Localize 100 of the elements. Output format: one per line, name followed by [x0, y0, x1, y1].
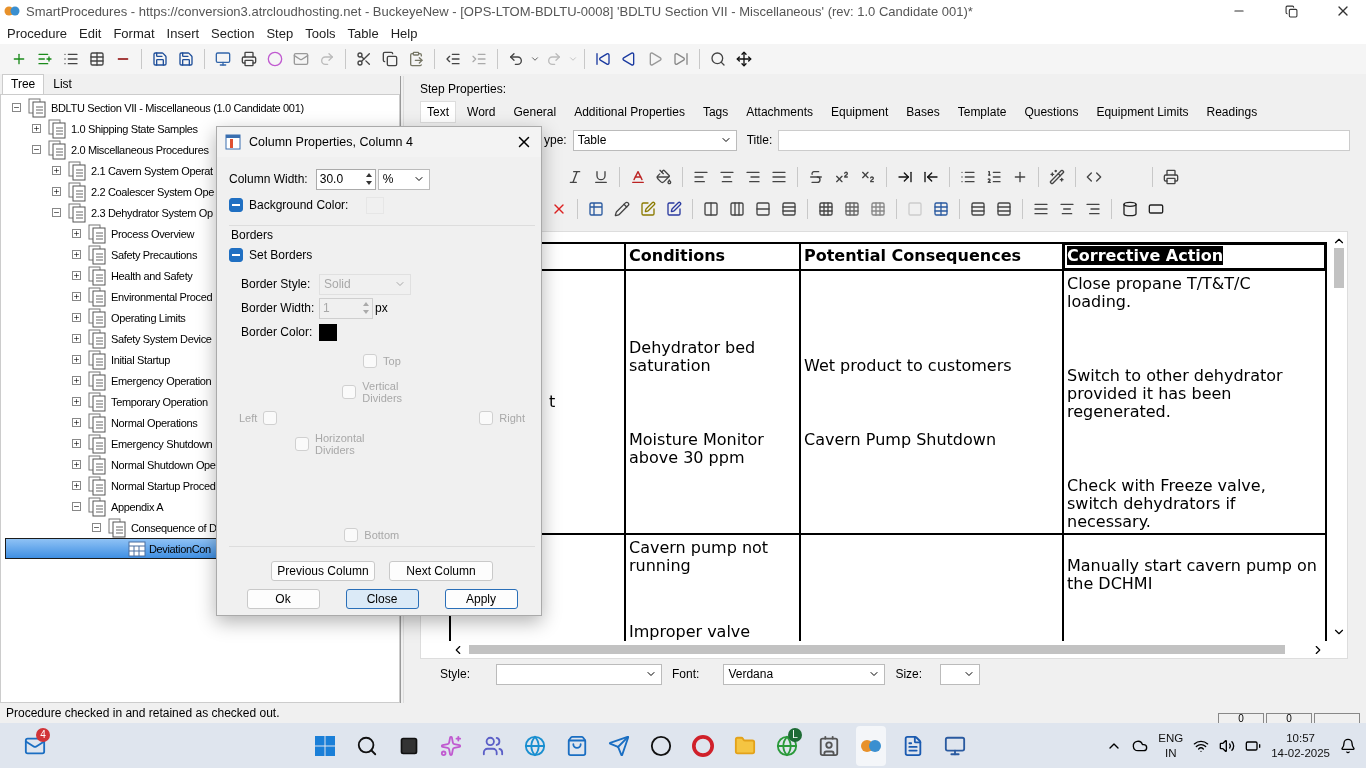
edit-cell-icon[interactable] [640, 201, 656, 217]
horizontal-line-icon[interactable] [1012, 169, 1028, 185]
tab[interactable]: Tree [2, 74, 45, 94]
volume-icon[interactable] [1219, 737, 1236, 754]
edit-table-icon[interactable] [614, 201, 630, 217]
expand-icon[interactable] [52, 187, 61, 196]
tab[interactable]: Bases [899, 101, 947, 123]
align-left-icon[interactable] [693, 169, 709, 185]
list-icon[interactable] [63, 51, 79, 67]
menu-item[interactable]: Table [343, 25, 387, 41]
italic-icon[interactable] [567, 169, 583, 185]
expand-icon[interactable] [72, 460, 81, 469]
menu-item[interactable]: Edit [75, 25, 110, 41]
checkbox[interactable]: Background Color: [229, 198, 349, 212]
start-icon[interactable] [315, 735, 335, 756]
expand-icon[interactable] [72, 229, 81, 238]
expand-icon[interactable] [52, 166, 61, 175]
title-field[interactable] [778, 129, 1350, 151]
menu-item[interactable]: Format [109, 25, 163, 41]
cell-icon[interactable] [907, 201, 923, 217]
menu-item[interactable]: Tools [301, 25, 344, 41]
monitor-icon[interactable] [215, 51, 231, 67]
contact-icon[interactable] [818, 734, 840, 757]
expand-icon[interactable] [72, 418, 81, 427]
clock[interactable]: 10:57 14-02-2025 [1271, 730, 1330, 761]
list-icon[interactable] [1033, 201, 1049, 217]
tab[interactable]: Text [420, 101, 456, 123]
restore-icon[interactable] [1284, 4, 1298, 18]
wand-icon[interactable] [1049, 169, 1065, 185]
paste-icon[interactable] [408, 51, 424, 67]
tree-item[interactable]: Normal Startup Proced [5, 475, 395, 496]
superscript-icon[interactable] [834, 169, 850, 185]
code-icon[interactable] [1086, 169, 1102, 185]
tab[interactable]: General [506, 101, 564, 123]
print-icon[interactable] [241, 51, 257, 67]
app-logo-icon[interactable] [860, 738, 882, 753]
tree-item[interactable]: Appendix A [5, 496, 395, 517]
table-icon[interactable] [933, 201, 949, 217]
underline-icon[interactable] [593, 169, 609, 185]
insert-row-icon[interactable] [970, 201, 986, 217]
ring-icon[interactable] [692, 734, 714, 757]
expand-icon[interactable] [72, 292, 81, 301]
grid-icon[interactable] [818, 201, 834, 217]
store-icon[interactable] [566, 734, 588, 757]
unit-select[interactable]: % [377, 168, 430, 190]
rows-icon[interactable] [781, 201, 797, 217]
type-select[interactable]: Table [572, 129, 737, 151]
bell-icon[interactable] [1340, 737, 1356, 754]
document-icon[interactable] [902, 734, 924, 757]
undo-icon[interactable] [508, 51, 524, 67]
collapse-icon[interactable] [92, 523, 101, 532]
insert-row-icon[interactable] [996, 201, 1012, 217]
arrow-icon[interactable] [608, 734, 630, 757]
tab[interactable]: Equipment [823, 101, 896, 123]
first-icon[interactable] [595, 51, 611, 67]
fill-icon[interactable] [656, 169, 672, 185]
expand-icon[interactable] [72, 250, 81, 259]
center-icon[interactable] [1059, 201, 1075, 217]
mail-icon[interactable] [293, 51, 309, 67]
tab[interactable]: Additional Properties [567, 101, 692, 123]
language-indicator[interactable]: ENG IN [1158, 730, 1184, 761]
color-swatch[interactable] [319, 323, 337, 341]
move-icon[interactable] [736, 51, 752, 67]
strikethrough-icon[interactable] [808, 169, 824, 185]
caret-icon[interactable] [530, 54, 540, 64]
table-icon[interactable] [588, 201, 604, 217]
tree-item[interactable]: BDLTU Section VII - Miscellaneous (1.0 Candidate 001) [5, 97, 395, 118]
task-view-icon[interactable] [399, 735, 419, 756]
tab[interactable]: Equipment Limits [1089, 101, 1196, 123]
menu-item[interactable]: Help [386, 25, 426, 41]
edit-column-icon[interactable] [666, 201, 682, 217]
expand-icon[interactable] [72, 481, 81, 490]
cylinder-icon[interactable] [1122, 201, 1138, 217]
add-icon[interactable] [11, 51, 27, 67]
subscript-icon[interactable] [860, 169, 876, 185]
circle-icon[interactable] [267, 51, 283, 67]
collapse-icon[interactable] [32, 145, 41, 154]
menu-item[interactable]: Step [262, 25, 302, 41]
expand-icon[interactable] [72, 397, 81, 406]
monitor-icon[interactable] [944, 734, 966, 757]
button[interactable]: Previous Column [271, 561, 375, 581]
copy-icon[interactable] [382, 51, 398, 67]
tab[interactable]: Template [950, 101, 1014, 123]
button[interactable]: Ok [246, 589, 320, 609]
browser-icon[interactable] [524, 734, 546, 757]
people-icon[interactable] [482, 734, 504, 757]
columns-icon[interactable] [729, 201, 745, 217]
cut-icon[interactable] [356, 51, 372, 67]
button[interactable]: Close [345, 589, 419, 609]
expand-icon[interactable] [72, 439, 81, 448]
row-icon[interactable] [755, 201, 771, 217]
justify-icon[interactable] [771, 169, 787, 185]
collapse-icon[interactable] [12, 103, 21, 112]
tab[interactable]: Attachments [739, 101, 820, 123]
save-icon[interactable] [152, 51, 168, 67]
scroll-thumb[interactable] [1333, 248, 1344, 288]
expand-icon[interactable] [72, 376, 81, 385]
circle-logo-icon[interactable] [650, 734, 672, 757]
align-right-icon[interactable] [745, 169, 761, 185]
column-width-spinner[interactable]: 30.0 [315, 168, 376, 190]
